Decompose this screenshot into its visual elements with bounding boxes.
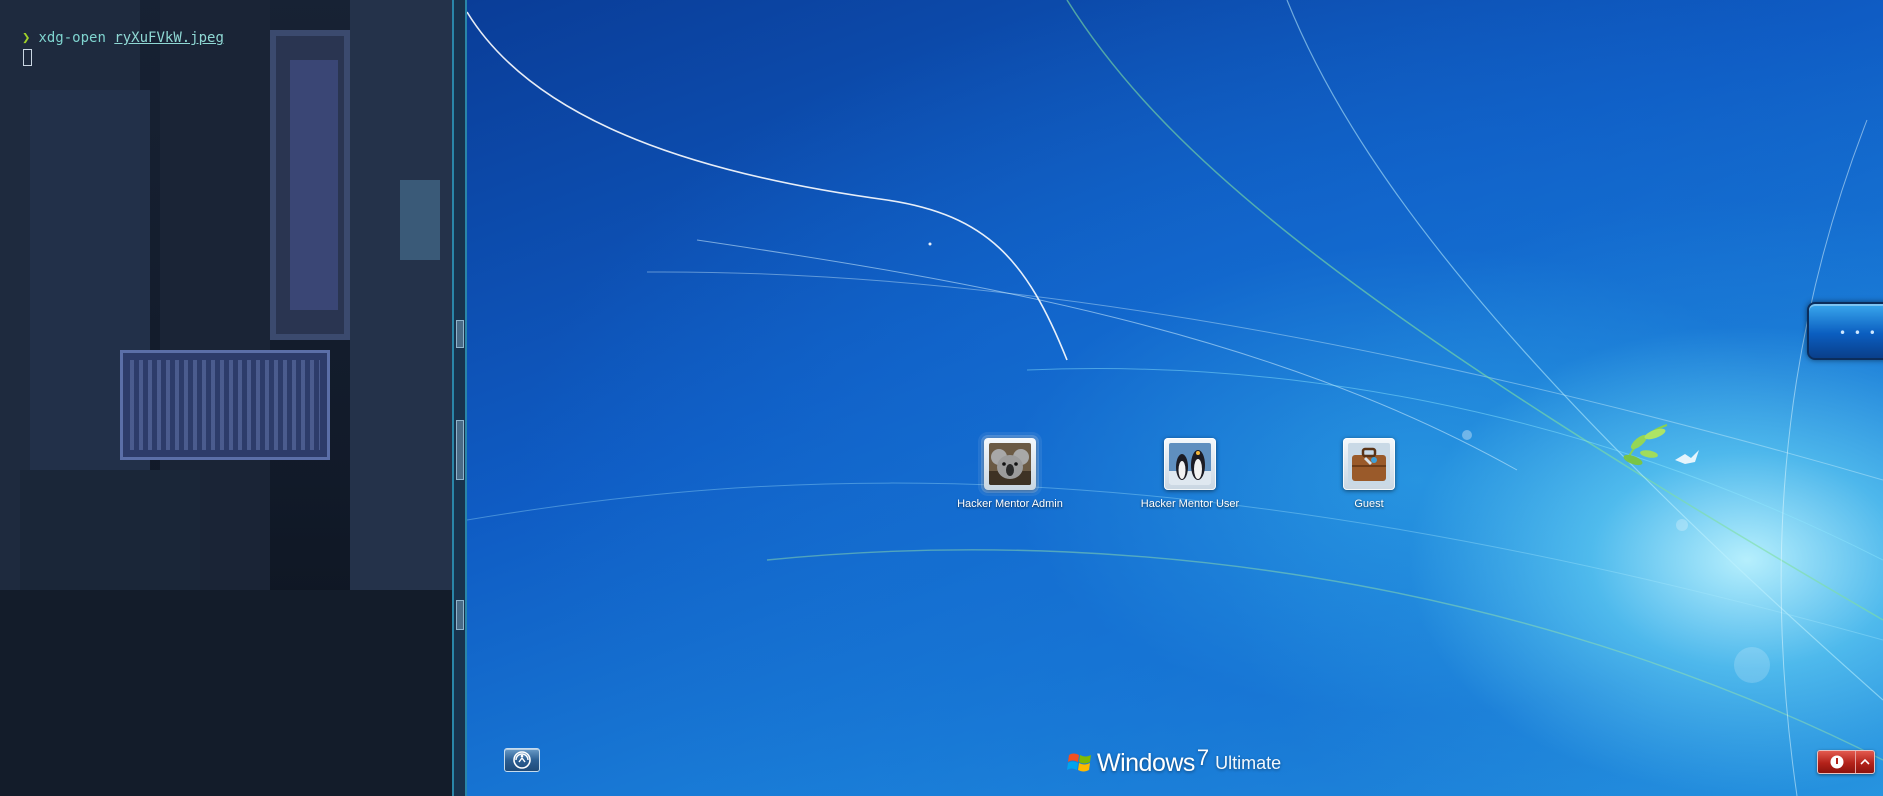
user-name-label: Guest xyxy=(1354,498,1384,510)
ease-of-access-button[interactable] xyxy=(504,748,540,772)
side-panel-button[interactable]: • • • xyxy=(1807,302,1883,360)
wallpaper-window xyxy=(400,180,440,260)
terminal-command-line[interactable]: ❯ xdg-open ryXuFVkW.jpeg xyxy=(22,30,224,46)
user-tile-admin[interactable]: Hacker Mentor Admin xyxy=(930,438,1090,510)
user-name-label: Hacker Mentor Admin xyxy=(957,498,1063,510)
power-button-group[interactable] xyxy=(1817,750,1875,774)
user-tile-user[interactable]: Hacker Mentor User xyxy=(1110,438,1270,510)
divider-handle xyxy=(456,600,464,630)
user-tile-guest[interactable]: Guest xyxy=(1289,438,1449,510)
wallpaper-sign-stripes xyxy=(130,360,320,450)
wallpaper-sign-panel xyxy=(290,60,338,310)
user-picture-frame[interactable] xyxy=(1164,438,1216,490)
ease-of-access-icon xyxy=(513,751,531,769)
window-divider[interactable] xyxy=(452,0,467,796)
power-options-button[interactable] xyxy=(1856,751,1874,773)
terminal-window[interactable]: ❯ xdg-open ryXuFVkW.jpeg xyxy=(0,0,452,796)
briefcase-picture-icon xyxy=(1348,443,1390,485)
shut-down-button[interactable] xyxy=(1818,751,1856,773)
side-panel-label: • • • xyxy=(1839,326,1878,340)
power-icon xyxy=(1830,755,1843,769)
wallpaper-swooshes xyxy=(467,0,1883,796)
user-name-label: Hacker Mentor User xyxy=(1140,498,1240,510)
windows-7-ultimate-logo: Windows 7 Ultimate xyxy=(1067,745,1282,778)
windows-flag-icon xyxy=(1067,753,1091,772)
terminal-cursor xyxy=(23,49,32,66)
windows-version: 7 xyxy=(1196,745,1210,770)
windows-edition: Ultimate xyxy=(1215,752,1282,773)
wallpaper-street xyxy=(0,590,452,796)
windows-logon-screen: Hacker Mentor Admin Hacker Mentor User G… xyxy=(467,0,1883,796)
terminal-command: xdg-open xyxy=(38,30,106,46)
chevron-up-icon xyxy=(1860,758,1870,765)
user-picture-frame[interactable] xyxy=(984,438,1036,490)
terminal-argument[interactable]: ryXuFVkW.jpeg xyxy=(114,30,224,46)
divider-handle[interactable] xyxy=(456,320,464,348)
penguins-picture-icon xyxy=(1169,443,1211,485)
wallpaper-awning xyxy=(20,470,200,600)
user-picture-frame[interactable] xyxy=(1343,438,1395,490)
koala-picture-icon xyxy=(989,443,1031,485)
prompt-icon: ❯ xyxy=(22,30,31,46)
windows-wordmark: Windows xyxy=(1097,748,1195,777)
divider-handle xyxy=(456,420,464,480)
